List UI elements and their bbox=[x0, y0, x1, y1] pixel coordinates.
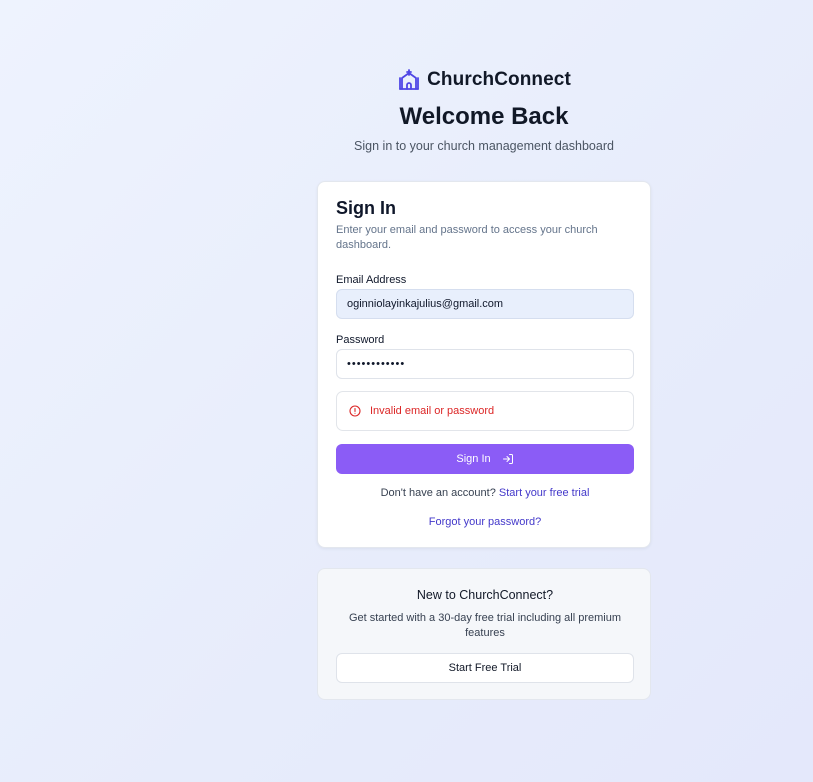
brand-header: ChurchConnect bbox=[317, 68, 651, 92]
password-field[interactable]: •••••••••••• bbox=[336, 349, 634, 379]
error-alert: Invalid email or password bbox=[336, 391, 634, 431]
error-message: Invalid email or password bbox=[370, 405, 495, 417]
page-title: Welcome Back bbox=[399, 103, 569, 130]
password-field-value: •••••••••••• bbox=[347, 358, 406, 370]
sign-in-button-label: Sign In bbox=[456, 453, 491, 465]
signin-card: Sign In Enter your email and password to… bbox=[317, 181, 651, 548]
page-subtitle: Sign in to your church management dashbo… bbox=[354, 139, 614, 153]
email-field-value: oginniolayinkajulius@gmail.com bbox=[347, 298, 504, 310]
signup-prompt: Don't have an account? Start your free t… bbox=[318, 487, 652, 499]
start-trial-link[interactable]: Start your free trial bbox=[499, 487, 589, 499]
email-field[interactable]: oginniolayinkajulius@gmail.com bbox=[336, 289, 634, 319]
start-free-trial-button[interactable]: Start Free Trial bbox=[336, 653, 634, 683]
no-account-text: Don't have an account? bbox=[380, 487, 496, 499]
signin-card-title: Sign In bbox=[336, 198, 396, 218]
promo-title: New to ChurchConnect? bbox=[416, 588, 554, 602]
start-free-trial-label: Start Free Trial bbox=[448, 662, 522, 674]
alert-circle-icon bbox=[349, 405, 361, 417]
password-label: Password bbox=[336, 334, 385, 346]
promo-description: Get started with a 30-day free trial inc… bbox=[348, 612, 622, 639]
signin-card-description: Enter your email and password to access … bbox=[336, 224, 598, 251]
brand-name: ChurchConnect bbox=[427, 69, 571, 90]
login-arrow-icon bbox=[502, 453, 514, 465]
email-label: Email Address bbox=[336, 274, 407, 286]
church-icon bbox=[397, 68, 421, 92]
forgot-password-row: Forgot your password? bbox=[318, 516, 652, 528]
promo-card: New to ChurchConnect? Get started with a… bbox=[317, 568, 651, 700]
forgot-password-link[interactable]: Forgot your password? bbox=[429, 516, 542, 528]
sign-in-button[interactable]: Sign In bbox=[336, 444, 634, 474]
